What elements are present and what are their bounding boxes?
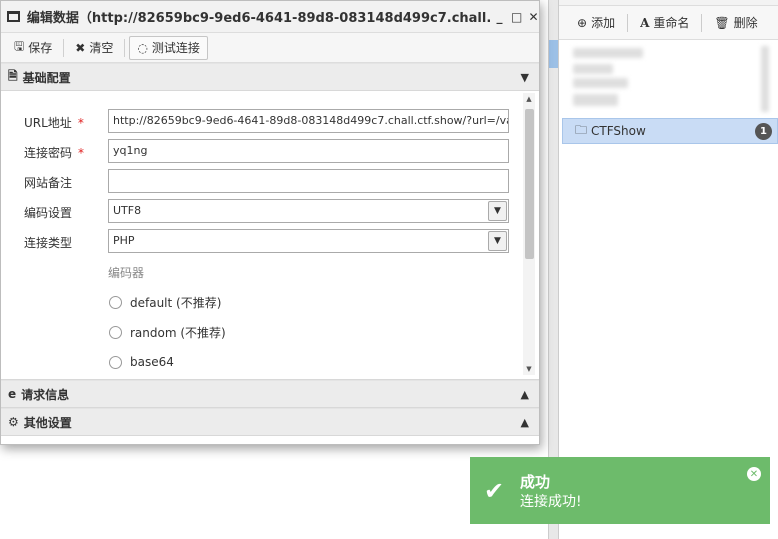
toolbar-divider bbox=[627, 13, 629, 32]
item-count-badge: 1 bbox=[755, 123, 772, 140]
encoder-option[interactable]: random (不推荐) bbox=[109, 324, 226, 340]
window-icon bbox=[7, 11, 20, 22]
encoder-option[interactable]: base64 bbox=[109, 354, 174, 370]
delete-category-button[interactable]: 🗑 删除 bbox=[708, 11, 763, 34]
file-icon: 🗎 bbox=[8, 68, 18, 83]
category-item-ctfshow[interactable]: 🗀 CTFShow 1 bbox=[562, 118, 778, 144]
folder-icon: 🗀 bbox=[575, 122, 588, 137]
scroll-down-icon[interactable]: ▼ bbox=[523, 363, 535, 375]
note-input[interactable] bbox=[108, 169, 509, 193]
success-toast: ✔ 成功 连接成功! ✕ bbox=[470, 457, 770, 524]
scroll-up-icon[interactable]: ▲ bbox=[523, 93, 535, 105]
encoding-label: 编码设置 bbox=[24, 206, 73, 220]
password-input[interactable]: yq1ng bbox=[108, 139, 509, 163]
check-icon: ✔ bbox=[484, 477, 505, 505]
toast-message: 连接成功! bbox=[520, 494, 582, 510]
chevron-down-icon[interactable]: ▼ bbox=[488, 231, 507, 251]
connection-type-select[interactable]: PHP ▼ bbox=[108, 229, 509, 253]
chevron-down-icon: ▼ bbox=[520, 71, 529, 84]
minimize-button[interactable]: _ bbox=[494, 10, 505, 24]
plus-circle-icon: ⊕ bbox=[577, 15, 588, 30]
chevron-down-icon[interactable]: ▼ bbox=[488, 201, 507, 221]
radio-button[interactable] bbox=[109, 295, 122, 309]
section-request-info[interactable]: e 请求信息 ▲ bbox=[1, 380, 539, 408]
toolbar-divider bbox=[63, 38, 65, 57]
close-icon[interactable]: ✕ bbox=[747, 467, 761, 481]
password-label: 连接密码 bbox=[24, 146, 73, 160]
encoding-select[interactable]: UTF8 ▼ bbox=[108, 199, 509, 223]
category-toolbar: ⊕ 添加 A 重命名 🗑 删除 bbox=[559, 6, 778, 40]
form-scrollbar[interactable]: ▲ ▼ bbox=[523, 93, 535, 375]
radio-button[interactable] bbox=[109, 325, 122, 339]
required-mark: * bbox=[78, 146, 85, 160]
scroll-thumb[interactable] bbox=[525, 109, 534, 259]
blurred-content bbox=[563, 44, 771, 114]
font-icon: A bbox=[640, 15, 650, 30]
url-label: URL地址 bbox=[24, 116, 72, 130]
required-mark: * bbox=[77, 116, 84, 130]
save-icon: 🖫 bbox=[14, 39, 25, 53]
edit-data-dialog: 编辑数据（http://82659bc9-9ed6-4641-89d8-0831… bbox=[0, 0, 540, 445]
encoding-row: 编码设置 UTF8 ▼ bbox=[1, 199, 521, 223]
basic-config-form: URL地址 * http://82659bc9-9ed6-4641-89d8-08… bbox=[1, 91, 539, 380]
toast-title: 成功 bbox=[520, 473, 551, 491]
dialog-title: 编辑数据（http://82659bc9-9ed6-4641-89d8-0831… bbox=[26, 11, 490, 26]
add-category-button[interactable]: ⊕ 添加 bbox=[571, 11, 621, 34]
spinner-icon: ◌ bbox=[137, 40, 148, 55]
dialog-toolbar: 🖫 保存 ✖ 清空 ◌ 测试连接 bbox=[1, 33, 539, 63]
toolbar-divider bbox=[701, 13, 703, 32]
maximize-button[interactable]: □ bbox=[511, 10, 522, 24]
password-row: 连接密码 * yq1ng bbox=[1, 139, 521, 163]
trash-icon: 🗑 bbox=[714, 15, 730, 30]
note-row: 网站备注 bbox=[1, 169, 521, 193]
connection-type-row: 连接类型 PHP ▼ bbox=[1, 229, 521, 253]
chevron-up-icon: ▲ bbox=[520, 388, 529, 401]
x-icon: ✖ bbox=[75, 40, 86, 55]
chevron-up-icon: ▲ bbox=[520, 416, 529, 429]
rename-category-button[interactable]: A 重命名 bbox=[634, 11, 695, 34]
save-button[interactable]: 🖫 保存 bbox=[7, 36, 59, 60]
dialog-titlebar[interactable]: 编辑数据（http://82659bc9-9ed6-4641-89d8-0831… bbox=[1, 1, 539, 33]
close-button[interactable]: ✕ bbox=[528, 10, 539, 24]
connection-type-label: 连接类型 bbox=[24, 236, 73, 250]
toolbar-divider bbox=[124, 38, 126, 57]
section-other-settings[interactable]: ⚙ 其他设置 ▲ bbox=[1, 408, 539, 436]
gears-icon: ⚙ bbox=[8, 415, 19, 429]
encoder-label: 编码器 bbox=[108, 266, 145, 280]
url-input[interactable]: http://82659bc9-9ed6-4641-89d8-083148d49… bbox=[108, 109, 509, 133]
note-label: 网站备注 bbox=[24, 176, 73, 190]
url-row: URL地址 * http://82659bc9-9ed6-4641-89d8-08… bbox=[1, 109, 521, 133]
radio-button[interactable] bbox=[109, 355, 122, 369]
clear-button[interactable]: ✖ 清空 bbox=[68, 36, 120, 60]
ie-icon: e bbox=[8, 387, 17, 401]
encoder-option[interactable]: default (不推荐) bbox=[109, 294, 221, 310]
section-basic-config[interactable]: 🗎 基础配置 ▼ bbox=[1, 63, 539, 91]
test-connection-button[interactable]: ◌ 测试连接 bbox=[129, 35, 208, 60]
